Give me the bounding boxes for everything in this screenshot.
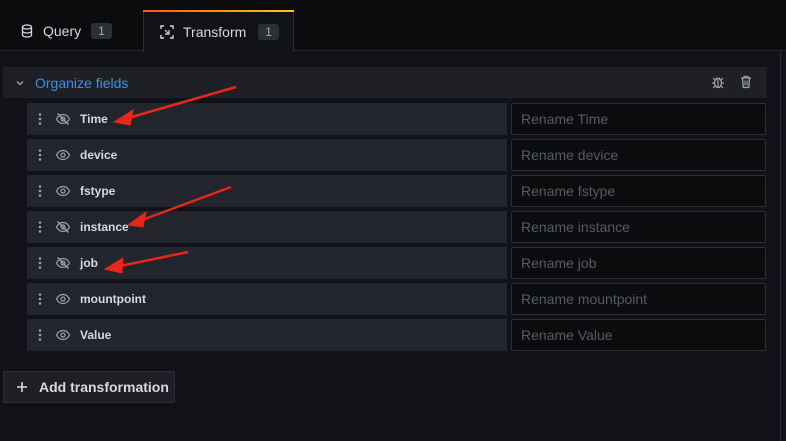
rename-field-input[interactable] (511, 247, 766, 279)
drag-handle-icon[interactable] (37, 148, 43, 162)
drag-handle-icon[interactable] (37, 112, 43, 126)
transformation-actions (710, 74, 754, 90)
bug-icon[interactable] (710, 74, 726, 90)
field-row: fstype (27, 175, 767, 207)
field-row: Value (27, 319, 767, 351)
drag-handle-icon[interactable] (37, 184, 43, 198)
field-item: fstype (27, 175, 507, 207)
rename-field-input[interactable] (511, 211, 766, 243)
field-name: Value (80, 328, 112, 342)
field-row: instance (27, 211, 767, 243)
field-row: job (27, 247, 767, 279)
field-row: Time (27, 103, 767, 135)
field-item: job (27, 247, 507, 279)
drag-handle-icon[interactable] (37, 220, 43, 234)
tab-query[interactable]: Query 1 (0, 10, 112, 51)
field-item: instance (27, 211, 507, 243)
field-row: mountpoint (27, 283, 767, 315)
tab-query-label: Query (43, 22, 82, 39)
eye-slash-icon[interactable] (55, 219, 71, 235)
rename-field-input[interactable] (511, 283, 766, 315)
rename-field-input[interactable] (511, 175, 766, 207)
eye-icon[interactable] (55, 291, 71, 307)
drag-handle-icon[interactable] (37, 292, 43, 306)
tab-transform[interactable]: Transform 1 (143, 10, 294, 52)
tab-transform-count: 1 (258, 23, 279, 40)
tab-query-count: 1 (91, 22, 112, 39)
field-item: device (27, 139, 507, 171)
plus-icon (16, 381, 28, 393)
eye-slash-icon[interactable] (55, 255, 71, 271)
tab-transform-label: Transform (183, 23, 247, 40)
field-item: Time (27, 103, 507, 135)
transformation-title: Organize fields (35, 74, 129, 91)
field-name: mountpoint (80, 292, 146, 306)
field-name: Time (80, 112, 108, 126)
eye-icon[interactable] (55, 327, 71, 343)
field-row: device (27, 139, 767, 171)
rename-field-input[interactable] (511, 139, 766, 171)
field-name: device (80, 148, 118, 162)
field-name: job (80, 256, 98, 270)
chevron-down-icon[interactable] (14, 77, 26, 89)
drag-handle-icon[interactable] (37, 328, 43, 342)
add-transformation-label: Add transformation (39, 379, 169, 395)
field-item: Value (27, 319, 507, 351)
field-name: instance (80, 220, 129, 234)
eye-icon[interactable] (55, 183, 71, 199)
scrollbar-track (780, 52, 781, 441)
eye-icon[interactable] (55, 147, 71, 163)
field-name: fstype (80, 184, 116, 198)
editor-tabs: Query 1 Transform 1 (0, 0, 786, 52)
eye-slash-icon[interactable] (55, 111, 71, 127)
field-item: mountpoint (27, 283, 507, 315)
transform-icon (160, 24, 174, 39)
rename-field-input[interactable] (511, 103, 766, 135)
trash-icon[interactable] (738, 74, 754, 90)
add-transformation-button[interactable]: Add transformation (3, 371, 175, 403)
rename-field-input[interactable] (511, 319, 766, 351)
database-icon (20, 23, 34, 38)
drag-handle-icon[interactable] (37, 256, 43, 270)
transformation-header[interactable]: Organize fields (3, 67, 767, 98)
